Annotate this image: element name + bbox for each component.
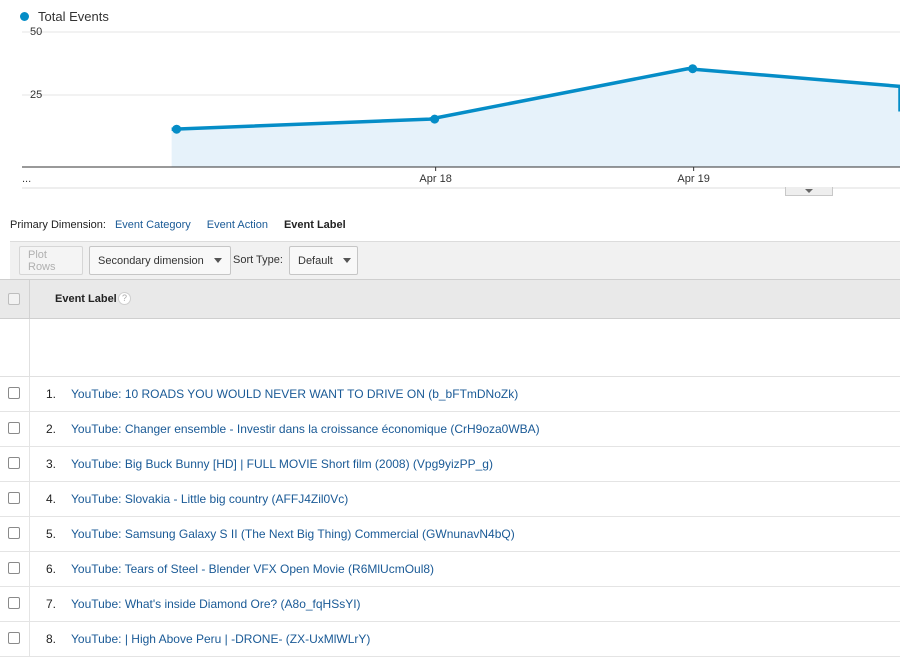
event-label-link[interactable]: YouTube: Tears of Steel - Blender VFX Op…: [71, 562, 434, 576]
summary-row: [0, 319, 900, 377]
x-tick-label: Apr 19: [677, 173, 709, 185]
table-row: 3. YouTube: Big Buck Bunny [HD] | FULL MO…: [0, 447, 900, 482]
row-checkbox[interactable]: [8, 527, 20, 539]
x-tick-label: Apr 18: [419, 173, 451, 185]
chart-collapse-toggle[interactable]: [785, 187, 833, 196]
primary-dimension-label: Primary Dimension:: [10, 219, 106, 231]
row-checkbox[interactable]: [8, 562, 20, 574]
row-check-cell: [0, 622, 30, 656]
table-row: 6. YouTube: Tears of Steel - Blender VFX …: [0, 552, 900, 587]
table-header: Event Label ?: [0, 279, 900, 319]
row-check-cell: [0, 517, 30, 551]
data-point: [430, 114, 440, 124]
dimension-event-action[interactable]: Event Action: [207, 219, 268, 231]
row-check-cell: [0, 377, 30, 411]
row-checkbox[interactable]: [8, 387, 20, 399]
row-number: 6.: [45, 562, 56, 576]
row-check-cell: [0, 447, 30, 481]
chevron-down-icon: [213, 258, 222, 263]
plot-rows-button[interactable]: Plot Rows: [19, 246, 83, 275]
dimension-event-label[interactable]: Event Label: [284, 219, 346, 231]
help-icon[interactable]: ?: [118, 292, 131, 305]
event-label-link[interactable]: YouTube: 10 ROADS YOU WOULD NEVER WANT T…: [71, 387, 518, 401]
row-checkbox[interactable]: [8, 597, 20, 609]
table-row: 2. YouTube: Changer ensemble - Investir d…: [0, 412, 900, 447]
row-checkbox[interactable]: [8, 422, 20, 434]
column-header-event-label[interactable]: Event Label: [55, 293, 117, 305]
table-row: 4. YouTube: Slovakia - Little big country…: [0, 482, 900, 517]
row-number: 7.: [45, 597, 56, 611]
row-number: 1.: [45, 387, 56, 401]
event-label-link[interactable]: YouTube: Big Buck Bunny [HD] | FULL MOVI…: [71, 457, 493, 471]
table-row: 1. YouTube: 10 ROADS YOU WOULD NEVER WANT…: [0, 377, 900, 412]
row-checkbox[interactable]: [8, 457, 20, 469]
series-area: [171, 68, 900, 167]
table-body: 1. YouTube: 10 ROADS YOU WOULD NEVER WANT…: [0, 377, 900, 657]
dimension-event-category[interactable]: Event Category: [115, 219, 191, 231]
sort-type-dropdown[interactable]: Default: [289, 246, 358, 275]
event-label-link[interactable]: YouTube: What's inside Diamond Ore? (A8o…: [71, 597, 361, 611]
row-checkbox[interactable]: [8, 632, 20, 644]
row-check-cell: [0, 412, 30, 446]
x-tick-label: ...: [22, 173, 31, 185]
secondary-dimension-dropdown[interactable]: Secondary dimension: [89, 246, 231, 275]
row-check-cell: [0, 587, 30, 621]
row-checkbox[interactable]: [8, 492, 20, 504]
event-label-link[interactable]: YouTube: Slovakia - Little big country (…: [71, 492, 348, 506]
event-label-link[interactable]: YouTube: Changer ensemble - Investir dan…: [71, 422, 540, 436]
row-number: 4.: [45, 492, 56, 506]
event-label-link[interactable]: YouTube: Samsung Galaxy S II (The Next B…: [71, 527, 515, 541]
row-number: 2.: [45, 422, 56, 436]
sort-type-label: Sort Type:: [233, 254, 283, 266]
table-row: 7. YouTube: What's inside Diamond Ore? (A…: [0, 587, 900, 622]
events-line-chart[interactable]: 2550...Apr 18Apr 19Apr 20: [0, 0, 900, 200]
select-all-checkbox[interactable]: [8, 293, 20, 305]
secondary-dimension-label: Secondary dimension: [98, 254, 204, 267]
header-check-cell: [0, 280, 30, 318]
table-toolbar: Plot Rows Secondary dimension Sort Type:…: [10, 241, 900, 279]
row-number: 8.: [45, 632, 56, 646]
y-tick-label: 50: [30, 26, 42, 38]
row-check-cell: [0, 552, 30, 586]
data-point: [172, 124, 182, 134]
row-number: 5.: [45, 527, 56, 541]
plot-rows-label: Plot Rows: [28, 248, 56, 273]
data-point: [688, 64, 698, 74]
event-label-table: Event Label ? 1. YouTube: 10 ROADS YOU WO…: [0, 279, 900, 657]
sort-type-value: Default: [298, 254, 333, 267]
table-row: 8. YouTube: | High Above Peru | -DRONE- (…: [0, 622, 900, 657]
y-tick-label: 25: [30, 89, 42, 101]
chevron-down-icon: [342, 258, 351, 263]
row-check-cell: [0, 482, 30, 516]
event-label-link[interactable]: YouTube: | High Above Peru | -DRONE- (ZX…: [71, 632, 370, 646]
summary-check-cell: [0, 319, 30, 376]
row-number: 3.: [45, 457, 56, 471]
table-row: 5. YouTube: Samsung Galaxy S II (The Next…: [0, 517, 900, 552]
primary-dimension-bar: Primary Dimension: Event Category Event …: [10, 219, 346, 231]
